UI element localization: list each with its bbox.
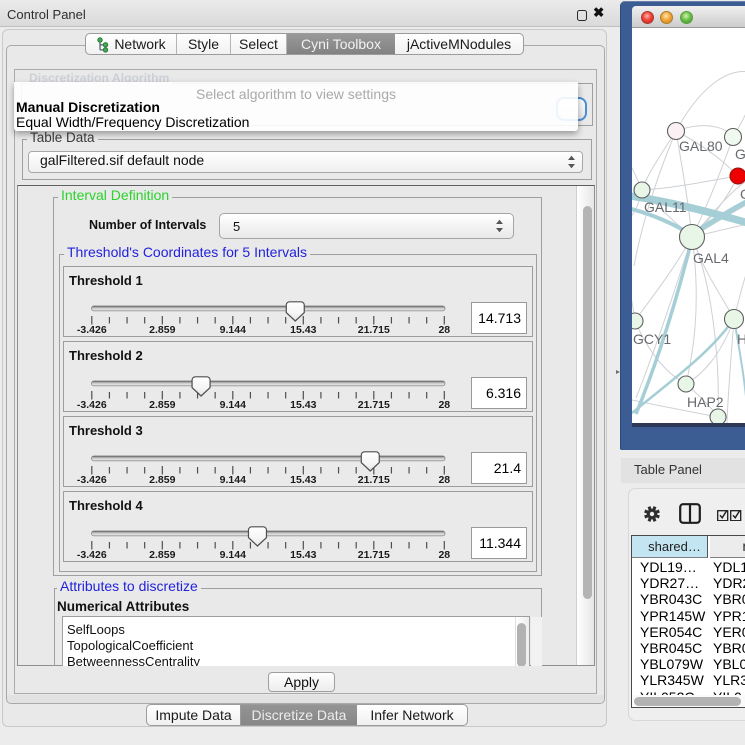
svg-text:GAL80: GAL80 xyxy=(679,138,723,154)
svg-text:21.715: 21.715 xyxy=(358,399,390,411)
svg-text:28: 28 xyxy=(438,399,450,411)
svg-text:2.859: 2.859 xyxy=(149,474,175,486)
svg-text:2.859: 2.859 xyxy=(149,324,175,336)
svg-text:15.43: 15.43 xyxy=(290,399,316,411)
svg-text:HAP2: HAP2 xyxy=(687,394,724,410)
svg-text:-3.426: -3.426 xyxy=(77,549,107,561)
svg-text:H: H xyxy=(737,331,745,347)
svg-text:9.144: 9.144 xyxy=(220,549,246,561)
svg-text:28: 28 xyxy=(438,474,450,486)
svg-text:9.144: 9.144 xyxy=(220,474,246,486)
svg-text:15.43: 15.43 xyxy=(290,324,316,336)
svg-text:-3.426: -3.426 xyxy=(77,324,107,336)
svg-text:21.715: 21.715 xyxy=(358,474,390,486)
svg-text:GA: GA xyxy=(735,146,745,162)
svg-text:GCY1: GCY1 xyxy=(633,331,671,347)
svg-text:2.859: 2.859 xyxy=(149,549,175,561)
svg-text:28: 28 xyxy=(438,549,450,561)
svg-text:2.859: 2.859 xyxy=(149,399,175,411)
svg-text:-3.426: -3.426 xyxy=(77,399,107,411)
svg-text:15.43: 15.43 xyxy=(290,549,316,561)
svg-text:9.144: 9.144 xyxy=(220,324,246,336)
svg-text:15.43: 15.43 xyxy=(290,474,316,486)
svg-text:C: C xyxy=(740,186,745,202)
svg-text:21.715: 21.715 xyxy=(358,549,390,561)
svg-text:GAL4: GAL4 xyxy=(693,250,729,266)
svg-text:21.715: 21.715 xyxy=(358,324,390,336)
svg-text:GAL11: GAL11 xyxy=(644,199,687,215)
svg-text:-3.426: -3.426 xyxy=(77,474,107,486)
svg-text:28: 28 xyxy=(438,324,450,336)
svg-text:9.144: 9.144 xyxy=(220,399,246,411)
